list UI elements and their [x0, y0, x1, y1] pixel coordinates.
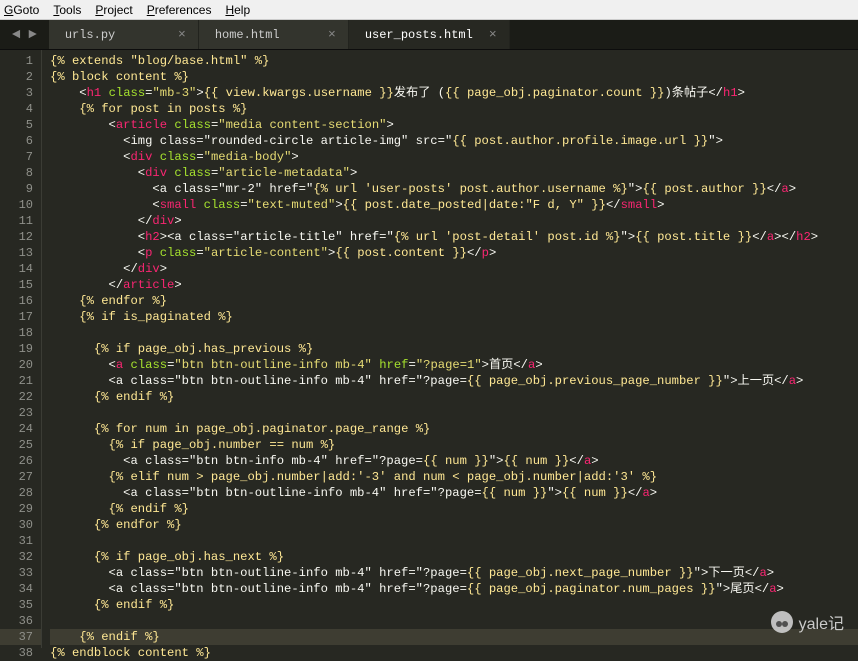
nav-forward-icon[interactable]: ► [28, 27, 36, 43]
code-line[interactable]: {% endif %} [50, 389, 858, 405]
code-line[interactable]: <a class="btn btn-outline-info mb-4" hre… [50, 485, 858, 501]
code-line[interactable]: <div class="article-metadata"> [50, 165, 858, 181]
code-line[interactable]: {% for post in posts %} [50, 101, 858, 117]
code-line[interactable] [50, 613, 858, 629]
code-line[interactable]: {% endfor %} [50, 517, 858, 533]
code-line[interactable]: {% endfor %} [50, 293, 858, 309]
tab-user-posts-html[interactable]: user_posts.html × [349, 20, 510, 49]
code-line[interactable]: </article> [50, 277, 858, 293]
tab-label: home.html [215, 28, 280, 42]
code-line[interactable]: <h1 class="mb-3">{{ view.kwargs.username… [50, 85, 858, 101]
code-line[interactable]: <a class="btn btn-outline-info mb-4" hre… [50, 565, 858, 581]
nav-back-icon[interactable]: ◄ [12, 27, 20, 43]
code-line[interactable]: {% endif %} [50, 629, 858, 645]
code-line[interactable]: <a class="btn btn-info mb-4" href="?page… [50, 453, 858, 469]
menu-bar: GGoto Tools Project Preferences Help [0, 0, 858, 20]
tab-label: user_posts.html [365, 28, 473, 42]
code-line[interactable]: {% elif num > page_obj.number|add:'-3' a… [50, 469, 858, 485]
tab-label: urls.py [65, 28, 115, 42]
code-line[interactable]: <h2><a class="article-title" href="{% ur… [50, 229, 858, 245]
code-line[interactable]: {% if is_paginated %} [50, 309, 858, 325]
code-line[interactable]: {% if page_obj.has_previous %} [50, 341, 858, 357]
nav-arrows: ◄ ► [0, 27, 49, 43]
code-line[interactable]: <a class="btn btn-outline-info mb-4" hre… [50, 581, 858, 597]
tab-home-html[interactable]: home.html × [199, 20, 349, 49]
code-content[interactable]: {% extends "blog/base.html" %}{% block c… [42, 50, 858, 648]
close-icon[interactable]: × [489, 27, 497, 42]
code-line[interactable]: {% endif %} [50, 501, 858, 517]
code-line[interactable]: <p class="article-content">{{ post.conte… [50, 245, 858, 261]
editor-area: 1234567891011121314151617181920212223242… [0, 50, 858, 648]
menu-tools[interactable]: Tools [53, 3, 81, 17]
code-line[interactable] [50, 325, 858, 341]
code-line[interactable] [50, 533, 858, 549]
wechat-icon [771, 611, 793, 633]
close-icon[interactable]: × [328, 27, 336, 42]
code-line[interactable]: {% endif %} [50, 597, 858, 613]
code-line[interactable]: <img class="rounded-circle article-img" … [50, 133, 858, 149]
code-line[interactable]: <div class="media-body"> [50, 149, 858, 165]
close-icon[interactable]: × [178, 27, 186, 42]
watermark-text: yale记 [799, 610, 844, 634]
line-gutter: 1234567891011121314151617181920212223242… [0, 50, 42, 648]
menu-help[interactable]: Help [225, 3, 250, 17]
code-line[interactable]: {% if page_obj.has_next %} [50, 549, 858, 565]
code-line[interactable]: </div> [50, 213, 858, 229]
code-line[interactable]: {% endblock content %} [50, 645, 858, 661]
code-line[interactable]: </div> [50, 261, 858, 277]
tab-urls-py[interactable]: urls.py × [49, 20, 199, 49]
code-line[interactable] [50, 405, 858, 421]
tab-bar: ◄ ► urls.py × home.html × user_posts.htm… [0, 20, 858, 50]
code-line[interactable]: {% extends "blog/base.html" %} [50, 53, 858, 69]
code-line[interactable]: {% if page_obj.number == num %} [50, 437, 858, 453]
menu-goto[interactable]: GGoto [4, 3, 39, 17]
menu-project[interactable]: Project [95, 3, 132, 17]
code-line[interactable]: <small class="text-muted">{{ post.date_p… [50, 197, 858, 213]
code-line[interactable]: <a class="btn btn-outline-info mb-4" hre… [50, 373, 858, 389]
code-line[interactable]: <a class="btn btn-outline-info mb-4" hre… [50, 357, 858, 373]
menu-preferences[interactable]: Preferences [147, 3, 212, 17]
code-line[interactable]: <a class="mr-2" href="{% url 'user-posts… [50, 181, 858, 197]
watermark: yale记 [771, 610, 844, 634]
code-line[interactable]: {% block content %} [50, 69, 858, 85]
code-line[interactable]: {% for num in page_obj.paginator.page_ra… [50, 421, 858, 437]
code-line[interactable]: <article class="media content-section"> [50, 117, 858, 133]
